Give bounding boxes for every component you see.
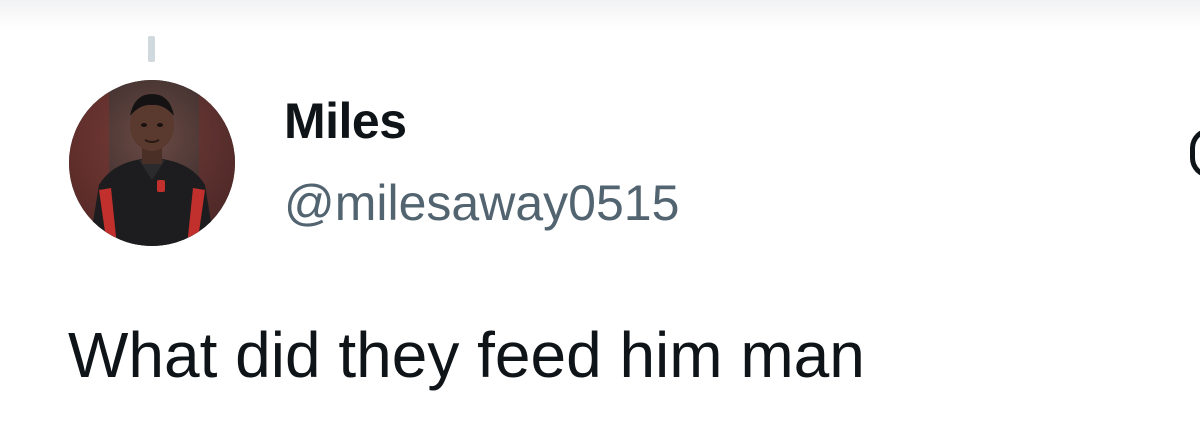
author-handle[interactable]: @milesaway0515 bbox=[284, 174, 679, 232]
tweet-text: What did they feed him man bbox=[68, 319, 865, 391]
avatar[interactable] bbox=[69, 80, 235, 246]
thread-connector-line bbox=[148, 36, 155, 62]
more-options-icon[interactable] bbox=[1190, 128, 1200, 178]
previous-content-blur bbox=[0, 0, 1200, 30]
avatar-photo bbox=[69, 80, 235, 246]
tweet-card[interactable]: Miles @milesaway0515 What did they feed … bbox=[0, 0, 1200, 426]
author-display-name[interactable]: Miles bbox=[284, 92, 407, 150]
